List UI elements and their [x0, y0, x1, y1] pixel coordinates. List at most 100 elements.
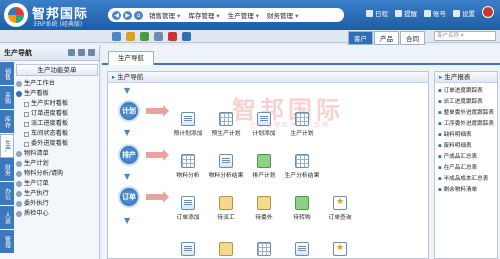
- tree-node[interactable]: 车间状态看板: [16, 129, 98, 139]
- tree-node[interactable]: 委外进度看板: [16, 139, 98, 149]
- expand-icon: [16, 211, 22, 217]
- power-icon[interactable]: [482, 6, 494, 18]
- stage-order[interactable]: 订单: [118, 186, 140, 208]
- report-link[interactable]: 订单进度跟踪表: [435, 86, 497, 97]
- report-link[interactable]: 剩余物料清单: [435, 185, 497, 196]
- top-bar: 智邦国际 ERP系统 (经典版) ◀ ▶ ⌂ 销售管理 库存管理 生产管理 财务…: [0, 0, 500, 30]
- vtab-sales[interactable]: 销售: [0, 62, 14, 86]
- expand-icon: [16, 181, 22, 187]
- vtab-office[interactable]: 办公: [0, 182, 14, 206]
- fn-material-analysis-result[interactable]: 物料分析结果: [208, 154, 244, 179]
- right-arrow-icon: [146, 149, 169, 161]
- report-link[interactable]: 缺料明细表: [435, 130, 497, 141]
- search-tab-contract[interactable]: 合同: [400, 31, 425, 45]
- tree-node[interactable]: 物料清单: [16, 149, 98, 159]
- list-icon[interactable]: [68, 49, 75, 56]
- fn-production-analysis-result[interactable]: 生产分析结果: [284, 154, 320, 179]
- back-icon[interactable]: ◀: [112, 10, 121, 20]
- fn-row4-3[interactable]: [246, 242, 282, 258]
- forward-icon[interactable]: ▶: [123, 10, 132, 20]
- fn-pending-dispatch[interactable]: 待派工: [208, 196, 244, 221]
- fn-row4-2[interactable]: [208, 242, 244, 258]
- fn-pre-plan-add[interactable]: 预计划添加: [170, 112, 206, 137]
- folder-icon[interactable]: [126, 32, 135, 41]
- fn-order-query[interactable]: 订单查询: [322, 196, 358, 221]
- tree-node[interactable]: 生产执行: [16, 189, 98, 199]
- fn-plan-add[interactable]: 计划添加: [246, 112, 282, 137]
- report-icon: [295, 154, 309, 168]
- fn-row4-5[interactable]: [322, 242, 358, 258]
- tree-node[interactable]: 订单进度看板: [16, 109, 98, 119]
- vtab-purchase[interactable]: 采购: [0, 86, 14, 110]
- chat-icon[interactable]: [140, 32, 149, 41]
- report-link[interactable]: 废料明细表: [435, 141, 497, 152]
- report-link[interactable]: 整单委外进度跟踪表: [435, 108, 497, 119]
- vtab-finance[interactable]: 财务: [0, 158, 14, 182]
- document-icon: [181, 242, 195, 256]
- alert-icon[interactable]: [168, 32, 177, 41]
- clipboard-icon: [219, 196, 233, 210]
- nav-menu-production[interactable]: 生产管理: [228, 10, 259, 20]
- tab-strip: 生产导航: [102, 45, 500, 65]
- expand-icon: [16, 161, 22, 167]
- tree-node[interactable]: 生产看板: [16, 89, 98, 99]
- message-icon[interactable]: [182, 32, 191, 41]
- report-link[interactable]: 工序委外进度跟踪表: [435, 119, 497, 130]
- report-link[interactable]: 产成品汇总表: [435, 152, 497, 163]
- tree-node[interactable]: 派工进度看板: [16, 119, 98, 129]
- fn-pending-outsource[interactable]: 待委外: [246, 196, 282, 221]
- outsource-icon: [257, 196, 271, 210]
- fn-material-analysis[interactable]: 物料分析: [170, 154, 206, 179]
- clock-icon: [257, 154, 271, 168]
- tool-schedule[interactable]: 日程: [366, 8, 388, 18]
- nav-menu-inventory[interactable]: 库存管理: [188, 10, 219, 20]
- collapse-icon[interactable]: [88, 49, 95, 56]
- search-tab-customer[interactable]: 客户: [348, 31, 373, 45]
- stage-schedule[interactable]: 排产: [118, 144, 140, 166]
- nav-menu-finance[interactable]: 财务管理: [267, 10, 298, 20]
- fn-pre-production-plan[interactable]: 预生产计划: [208, 112, 244, 137]
- stage-plan[interactable]: 计划: [118, 100, 140, 122]
- search-input[interactable]: 客户名称 ▾: [434, 31, 496, 41]
- report-link[interactable]: 半成品成本汇总表: [435, 174, 497, 185]
- tool-settings[interactable]: 设置: [453, 8, 475, 18]
- sidebar-header: 生产导航: [0, 45, 99, 61]
- main-area: 生产导航 生产导航 智邦国际 企业管理软件领导品牌 ▼ 计划 ▼ 排产 ▼ 订单…: [102, 45, 500, 259]
- tree-node[interactable]: 生产订单: [16, 179, 98, 189]
- calendar-icon: [366, 10, 373, 17]
- tree-node[interactable]: 生产工作台: [16, 79, 98, 89]
- tool-remind[interactable]: 提醒: [395, 8, 417, 18]
- tree-node[interactable]: 物料分析/请购: [16, 169, 98, 179]
- fn-row4-4[interactable]: [284, 242, 320, 258]
- vtab-admin[interactable]: 管理: [0, 230, 14, 254]
- tool-account[interactable]: 账号: [424, 8, 446, 18]
- vtab-inventory[interactable]: 库存: [0, 110, 14, 134]
- report-link[interactable]: 派工进度跟踪表: [435, 97, 497, 108]
- tab-production-nav[interactable]: 生产导航: [108, 51, 154, 65]
- vtab-hr[interactable]: 人资: [0, 206, 14, 230]
- search-tab-product[interactable]: 产品: [374, 31, 399, 45]
- gear-icon: [453, 10, 460, 17]
- vtab-production[interactable]: 生产: [0, 134, 14, 158]
- nav-menu-sales[interactable]: 销售管理: [149, 10, 180, 20]
- tree-node[interactable]: 生产实时看板: [16, 99, 98, 109]
- clipboard-icon: [219, 242, 233, 256]
- menu-icon[interactable]: [78, 49, 85, 56]
- fn-row4-1[interactable]: [170, 242, 206, 258]
- report-link[interactable]: 在产品汇总表: [435, 163, 497, 174]
- top-tools: 日程 提醒 账号 设置: [366, 6, 494, 18]
- star-icon: [333, 242, 347, 256]
- home-icon[interactable]: ⌂: [134, 10, 143, 20]
- leaf-icon: [24, 141, 29, 147]
- mail-icon[interactable]: [112, 32, 121, 41]
- flow-panel-title: 生产导航: [108, 72, 428, 83]
- fn-pending-purchase[interactable]: 待转购: [284, 196, 320, 221]
- leaf-icon: [24, 111, 29, 117]
- fn-schedule-plan[interactable]: 排产计划: [246, 154, 282, 179]
- note-icon[interactable]: [154, 32, 163, 41]
- tree-node[interactable]: 委外执行: [16, 199, 98, 209]
- tree-node[interactable]: 质检中心: [16, 209, 98, 219]
- fn-production-plan[interactable]: 生产计划: [284, 112, 320, 137]
- tree-node[interactable]: 生产计划: [16, 159, 98, 169]
- fn-order-add[interactable]: 订单添加: [170, 196, 206, 221]
